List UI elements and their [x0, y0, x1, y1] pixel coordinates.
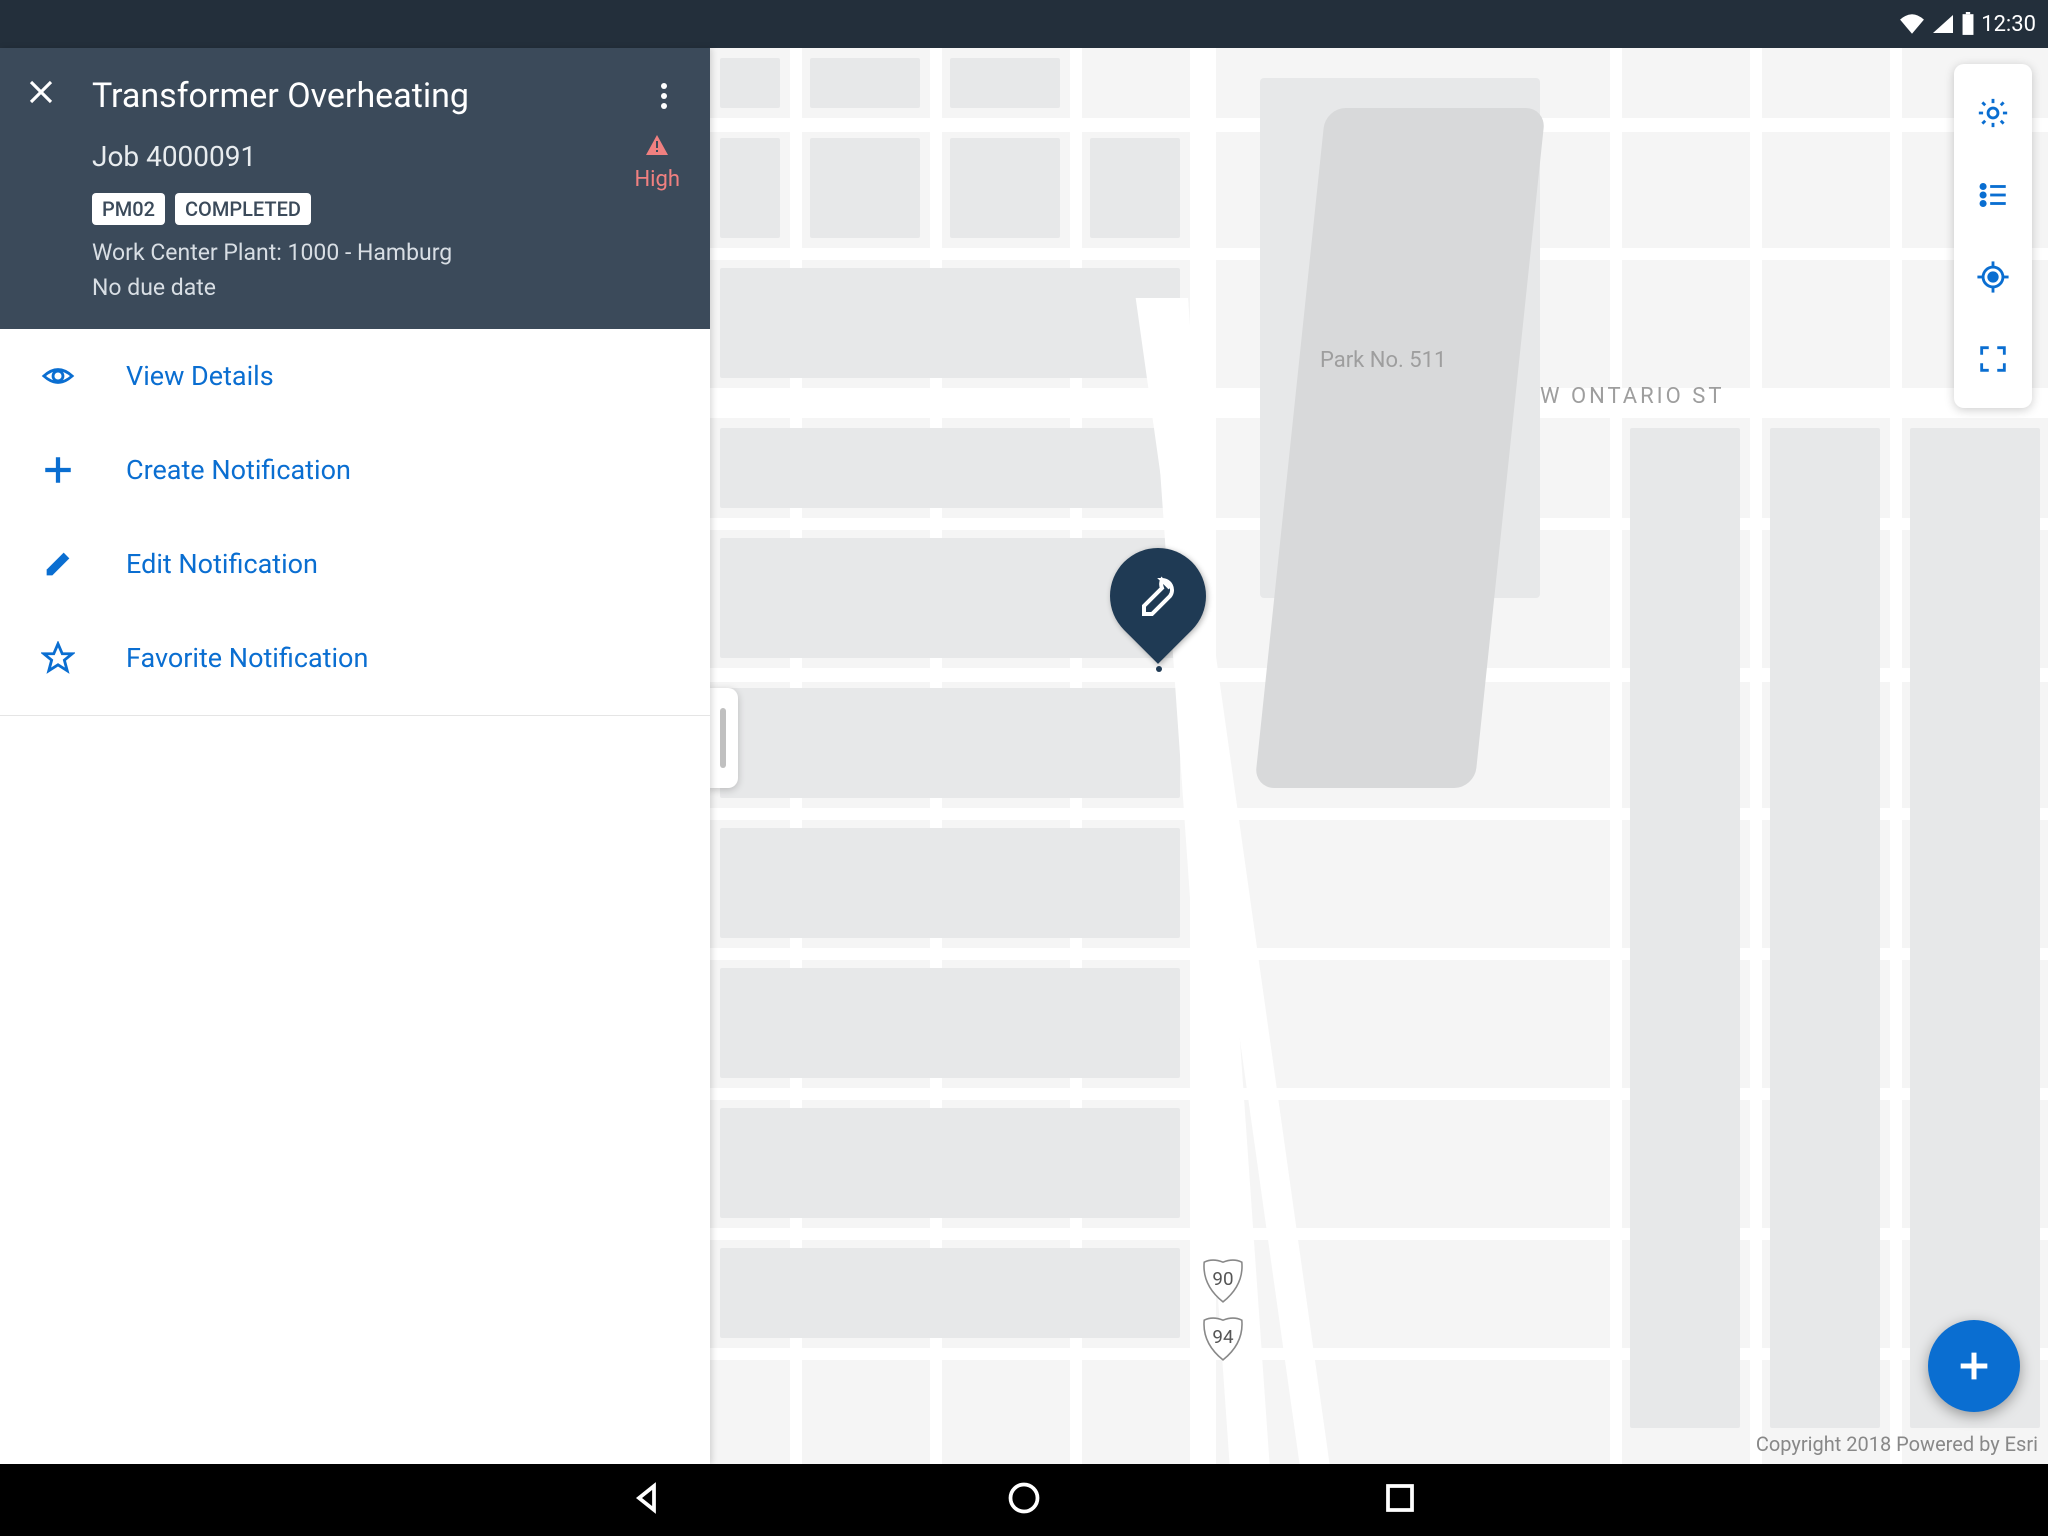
page-title: Transformer Overheating: [92, 76, 648, 116]
nav-recent-button[interactable]: [1382, 1480, 1418, 1520]
plus-icon: [38, 453, 78, 487]
action-label: Create Notification: [126, 454, 351, 486]
priority-indicator: High: [634, 134, 680, 192]
nav-home-button[interactable]: [1006, 1480, 1042, 1520]
map-label-street: W ONTARIO ST: [1540, 384, 1724, 409]
map-settings-button[interactable]: [1954, 72, 2032, 154]
highway-shield: 94: [1202, 1316, 1244, 1362]
map-list-button[interactable]: [1954, 154, 2032, 236]
action-view-details[interactable]: View Details: [0, 329, 710, 423]
action-favorite-notification[interactable]: Favorite Notification: [0, 611, 710, 705]
list-icon: [1976, 178, 2010, 212]
warning-icon: [634, 134, 680, 161]
battery-icon: [1961, 12, 1975, 36]
star-icon: [38, 641, 78, 675]
job-id-label: Job 4000091: [92, 140, 680, 173]
plus-icon: [1954, 1346, 1994, 1386]
action-create-notification[interactable]: Create Notification: [0, 423, 710, 517]
more-menu-icon[interactable]: [648, 83, 680, 109]
action-edit-notification[interactable]: Edit Notification: [0, 517, 710, 611]
sidebar: Transformer Overheating Job 4000091 High: [0, 48, 710, 1464]
action-label: View Details: [126, 360, 274, 392]
status-badges: PM02 COMPLETED: [92, 193, 680, 225]
wrench-icon: [1134, 572, 1182, 620]
wifi-icon: [1899, 13, 1925, 35]
job-header: Transformer Overheating Job 4000091 High: [0, 48, 710, 329]
home-icon: [1006, 1480, 1042, 1516]
map-view[interactable]: Park No. 511 W ONTARIO ST 90 94: [710, 48, 2048, 1464]
map-locate-button[interactable]: [1954, 236, 2032, 318]
badge-type: PM02: [92, 193, 165, 225]
nav-back-button[interactable]: [630, 1480, 666, 1520]
due-date-label: No due date: [92, 274, 680, 301]
priority-label: High: [634, 167, 680, 192]
map-job-marker[interactable]: [1110, 548, 1210, 668]
back-icon: [630, 1480, 666, 1516]
action-label: Edit Notification: [126, 548, 318, 580]
map-expand-button[interactable]: [1954, 318, 2032, 400]
expand-icon: [1976, 342, 2010, 376]
action-list: View Details Create Notification Edit No…: [0, 329, 710, 716]
pencil-icon: [38, 547, 78, 581]
map-toolbar: [1954, 64, 2032, 408]
badge-status: COMPLETED: [175, 193, 311, 225]
close-icon[interactable]: [26, 76, 66, 116]
work-center-label: Work Center Plant: 1000 - Hamburg: [92, 239, 680, 266]
status-icons: 12:30: [1899, 12, 2036, 37]
eye-icon: [38, 359, 78, 393]
svg-text:94: 94: [1212, 1326, 1234, 1348]
locate-icon: [1976, 260, 2010, 294]
status-bar: 12:30: [0, 0, 2048, 48]
highway-shield: 90: [1202, 1258, 1244, 1304]
status-time: 12:30: [1981, 12, 2036, 37]
panel-drag-handle[interactable]: [710, 688, 738, 788]
cell-signal-icon: [1931, 13, 1955, 35]
recent-icon: [1382, 1480, 1418, 1516]
gear-icon: [1976, 96, 2010, 130]
action-label: Favorite Notification: [126, 642, 368, 674]
add-fab[interactable]: [1928, 1320, 2020, 1412]
svg-text:90: 90: [1212, 1268, 1233, 1290]
system-nav-bar: [0, 1464, 2048, 1536]
map-copyright: Copyright 2018 Powered by Esri: [1756, 1432, 2038, 1456]
map-label-park: Park No. 511: [1320, 348, 1446, 373]
